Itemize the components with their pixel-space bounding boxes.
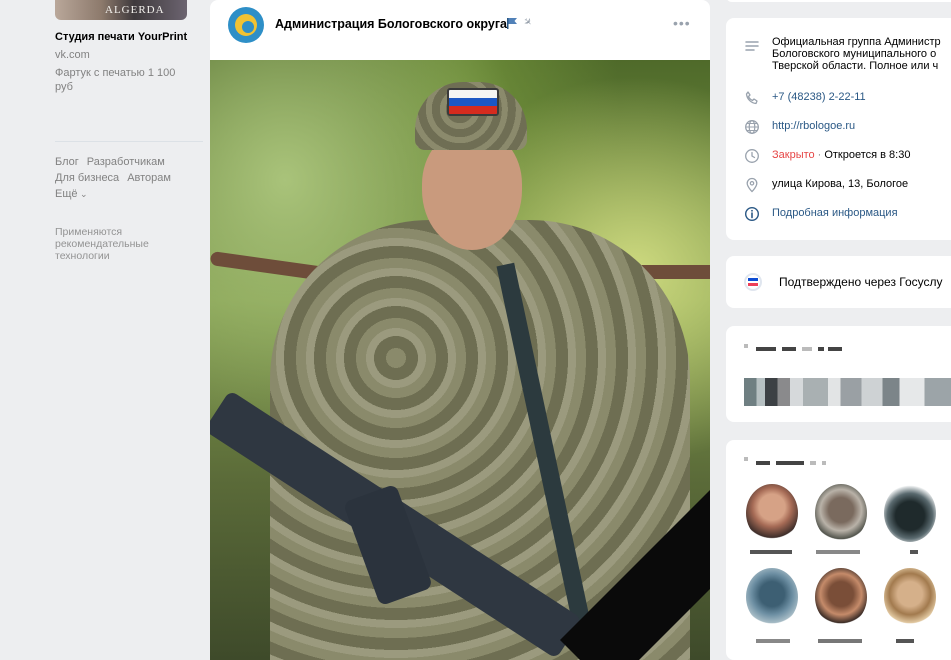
address-text: улица Кирова, 13, Бологое [772,178,909,190]
footer-links: Блог Разработчикам Для бизнеса Авторам Ещё [55,154,205,202]
gosuslugi-text: Подтверждено через Госуслу [779,275,943,289]
followers-card [726,440,951,660]
blurred-content [744,378,951,406]
footer-link-business[interactable]: Для бизнеса [55,172,119,184]
info-row-more[interactable]: Подробная информация [726,205,951,225]
blurred-text [744,344,748,348]
menu-lines-icon [745,41,759,51]
friend-avatar[interactable] [884,568,936,626]
right-column: Официальная группа Администр Бологовског… [726,0,951,660]
ad-image[interactable]: ALGERDA [55,0,187,20]
clock-icon [745,149,759,163]
hours-status: Закрыто · Откроется в 8:30 [772,149,910,161]
globe-icon [745,120,759,134]
footer-link-developers[interactable]: Разработчикам [87,156,165,168]
friend-avatar[interactable] [746,484,798,542]
description-line-3: Тверской области. Полное или ч [772,60,939,72]
gosuslugi-icon [744,273,762,291]
recommendation-note[interactable]: Применяются рекомендательные технологии [55,226,175,262]
community-description[interactable]: Официальная группа Администр Бологовског… [772,36,951,72]
divider [55,141,203,142]
post-author[interactable]: Администрация Бологовского округа [275,17,507,31]
blurred-text [810,461,816,465]
more-info-link[interactable]: Подробная информация [772,207,898,219]
status-opens: Откроется в 8:30 [824,149,911,161]
left-column: ALGERDA Студия печати YourPrint vk.com Ф… [0,0,210,660]
blurred-text [828,347,842,351]
blurred-text [910,550,918,554]
ad-description: Фартук с печатью 1 100 руб [55,67,176,93]
footer-link-authors[interactable]: Авторам [127,172,171,184]
phone-link[interactable]: +7 (48238) 2-22-11 [772,91,866,103]
community-avatar[interactable] [228,7,264,43]
blurred-text [896,639,914,643]
blurred-text [816,550,860,554]
blurred-text [744,457,748,461]
friend-avatar[interactable] [815,568,867,626]
blurred-text [756,461,770,465]
friend-avatar[interactable] [815,484,867,542]
blurred-text [802,347,812,351]
info-row-address[interactable]: улица Кирова, 13, Бологое [726,176,951,196]
blurred-text [750,550,792,554]
site-link[interactable]: http://rbologoe.ru [772,120,855,132]
wall-post: Администрация Бологовского округа ✈ ••• [210,0,710,660]
blurred-text [776,461,804,465]
pin-icon: ✈ [520,15,535,30]
info-row-phone[interactable]: +7 (48238) 2-22-11 [726,89,951,109]
ad-title[interactable]: Студия печати YourPrint [55,31,187,43]
more-icon[interactable]: ••• [673,15,691,31]
info-row-hours[interactable]: Закрыто · Откроется в 8:30 [726,147,951,167]
blurred-text [782,347,796,351]
russian-flag-patch [447,88,499,116]
blurred-text [822,461,826,465]
blurred-text [818,347,824,351]
blurred-text [756,639,790,643]
top-card [726,0,951,2]
friend-avatar[interactable] [884,484,936,542]
blurred-card [726,326,951,422]
status-closed: Закрыто [772,149,815,161]
description-line-2: Бологовского муниципального о [772,48,937,60]
info-icon [744,206,760,222]
info-row-site[interactable]: http://rbologoe.ru [726,118,951,138]
description-line-1: Официальная группа Администр [772,36,941,48]
footer-link-blog[interactable]: Блог [55,156,79,168]
friend-avatar[interactable] [746,568,798,626]
flag-icon [507,18,517,29]
post-photo[interactable] [210,60,710,660]
location-pin-icon [746,177,758,193]
phone-icon [745,91,758,105]
ad-image-text: ALGERDA [105,4,165,16]
community-info-card: Официальная группа Администр Бологовског… [726,18,951,240]
blurred-text [756,347,776,351]
post-header: Администрация Бологовского округа ✈ ••• [210,0,710,60]
gosuslugi-card[interactable]: Подтверждено через Госуслу [726,256,951,308]
footer-link-more[interactable]: Ещё [55,188,88,200]
ad-domain: vk.com [55,49,90,61]
blurred-text [818,639,862,643]
status-separator: · [817,149,822,161]
